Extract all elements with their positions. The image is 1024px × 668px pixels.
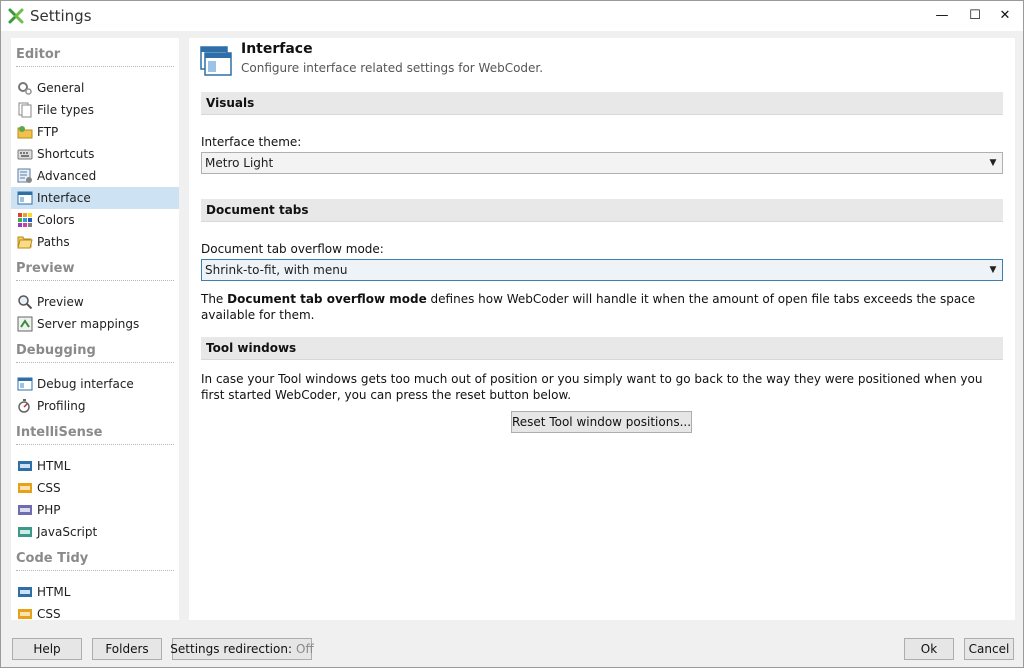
close-icon: ✕: [999, 7, 1011, 23]
close-button[interactable]: ✕: [989, 1, 1021, 29]
settings-content: Interface Configure interface related se…: [189, 38, 1015, 620]
interface-theme-select[interactable]: Metro Light ▼: [201, 152, 1003, 174]
profiling-icon: [18, 399, 30, 413]
server-mapping-icon: [17, 316, 33, 332]
sidebar-item-preview[interactable]: Preview: [11, 291, 179, 313]
interface-window-icon: [200, 46, 232, 76]
section-title-code-tidy: Code Tidy: [16, 551, 89, 566]
tab-overflow-description: The Document tab overflow mode defines h…: [201, 292, 976, 322]
sidebar-item-codetidy-html[interactable]: HTML: [11, 581, 179, 603]
section-divider: [16, 280, 174, 281]
settings-window: Settings — ☐ ✕ Editor General File types…: [0, 0, 1024, 668]
section-divider: [16, 444, 174, 445]
ftp-folder-icon: [17, 126, 33, 139]
maximize-icon: ☐: [969, 7, 981, 23]
sidebar-item-shortcuts[interactable]: Shortcuts: [11, 143, 179, 165]
section-divider: [16, 570, 174, 571]
help-button[interactable]: Help: [12, 638, 82, 660]
dropdown-arrow-icon: ▼: [989, 158, 997, 168]
section-title-debugging: Debugging: [16, 343, 96, 358]
sidebar-item-codetidy-css[interactable]: CSS: [11, 603, 179, 620]
window-title: Settings: [30, 7, 92, 25]
color-grid-icon: [18, 213, 32, 227]
ok-button[interactable]: Ok: [904, 638, 954, 660]
webcoder-logo-icon: [8, 8, 24, 24]
settings-redirection-label: Settings redirection:: [170, 642, 292, 656]
sidebar-item-server-mappings[interactable]: Server mappings: [11, 313, 179, 335]
folders-button[interactable]: Folders: [92, 638, 162, 660]
sidebar-item-intellisense-css[interactable]: CSS: [11, 477, 179, 499]
sidebar-item-interface[interactable]: Interface: [11, 187, 179, 209]
sidebar-item-debug-interface[interactable]: Debug interface: [11, 373, 179, 395]
sidebar-item-colors[interactable]: Colors: [11, 209, 179, 231]
debug-window-icon: [17, 377, 33, 391]
page-subtitle: Configure interface related settings for…: [241, 61, 544, 75]
sidebar-item-profiling[interactable]: Profiling: [11, 395, 179, 417]
section-divider: [16, 66, 174, 67]
section-title-preview: Preview: [16, 261, 75, 276]
reset-tool-windows-button[interactable]: Reset Tool window positions...: [511, 411, 692, 433]
sidebar-item-ftp[interactable]: FTP: [11, 121, 179, 143]
group-header-tool-windows: Tool windows: [201, 337, 1003, 360]
html-icon: [18, 461, 32, 471]
html-icon: [18, 587, 32, 597]
minimize-button[interactable]: —: [926, 1, 958, 29]
tab-overflow-value: Shrink-to-fit, with menu: [205, 263, 348, 277]
sidebar-item-file-types[interactable]: File types: [11, 99, 179, 121]
gears-icon: [18, 82, 32, 95]
sidebar-item-intellisense-php[interactable]: PHP: [11, 499, 179, 521]
css-icon: [18, 609, 32, 619]
css-icon: [18, 483, 32, 493]
settings-sidebar: Editor General File types FTP Shortcuts …: [11, 38, 179, 620]
window-icon: [17, 191, 33, 205]
tab-overflow-select[interactable]: Shrink-to-fit, with menu ▼: [201, 259, 1003, 281]
page-title: Interface: [241, 41, 313, 57]
sidebar-item-advanced[interactable]: Advanced: [11, 165, 179, 187]
group-header-visuals: Visuals: [201, 92, 1003, 115]
sidebar-item-general[interactable]: General: [11, 77, 179, 99]
javascript-icon: [18, 527, 32, 537]
sidebar-item-paths[interactable]: Paths: [11, 231, 179, 253]
sidebar-item-intellisense-html[interactable]: HTML: [11, 455, 179, 477]
maximize-button[interactable]: ☐: [959, 1, 991, 29]
sidebar-item-intellisense-javascript[interactable]: JavaScript: [11, 521, 179, 543]
php-icon: [18, 505, 32, 515]
advanced-icon: [17, 168, 32, 183]
interface-theme-value: Metro Light: [205, 156, 274, 170]
file-types-icon: [18, 102, 32, 118]
dropdown-arrow-icon: ▼: [989, 265, 997, 275]
group-header-document-tabs: Document tabs: [201, 199, 1003, 222]
section-title-intellisense: IntelliSense: [16, 425, 103, 440]
tool-windows-description: In case your Tool windows gets too much …: [201, 372, 983, 402]
minimize-icon: —: [935, 7, 949, 23]
section-title-editor: Editor: [16, 47, 61, 62]
folders-icon: [17, 236, 33, 249]
settings-redirection-button[interactable]: Settings redirection: Off: [170, 638, 314, 660]
title-bar: Settings — ☐ ✕: [1, 1, 1023, 31]
section-divider: [16, 362, 174, 363]
keyboard-icon: [17, 149, 33, 160]
interface-theme-label: Interface theme:: [201, 135, 302, 149]
magnifier-icon: [18, 295, 33, 310]
cancel-button[interactable]: Cancel: [964, 638, 1014, 660]
tab-overflow-label: Document tab overflow mode:: [201, 242, 384, 256]
settings-redirection-value: Off: [296, 642, 314, 656]
